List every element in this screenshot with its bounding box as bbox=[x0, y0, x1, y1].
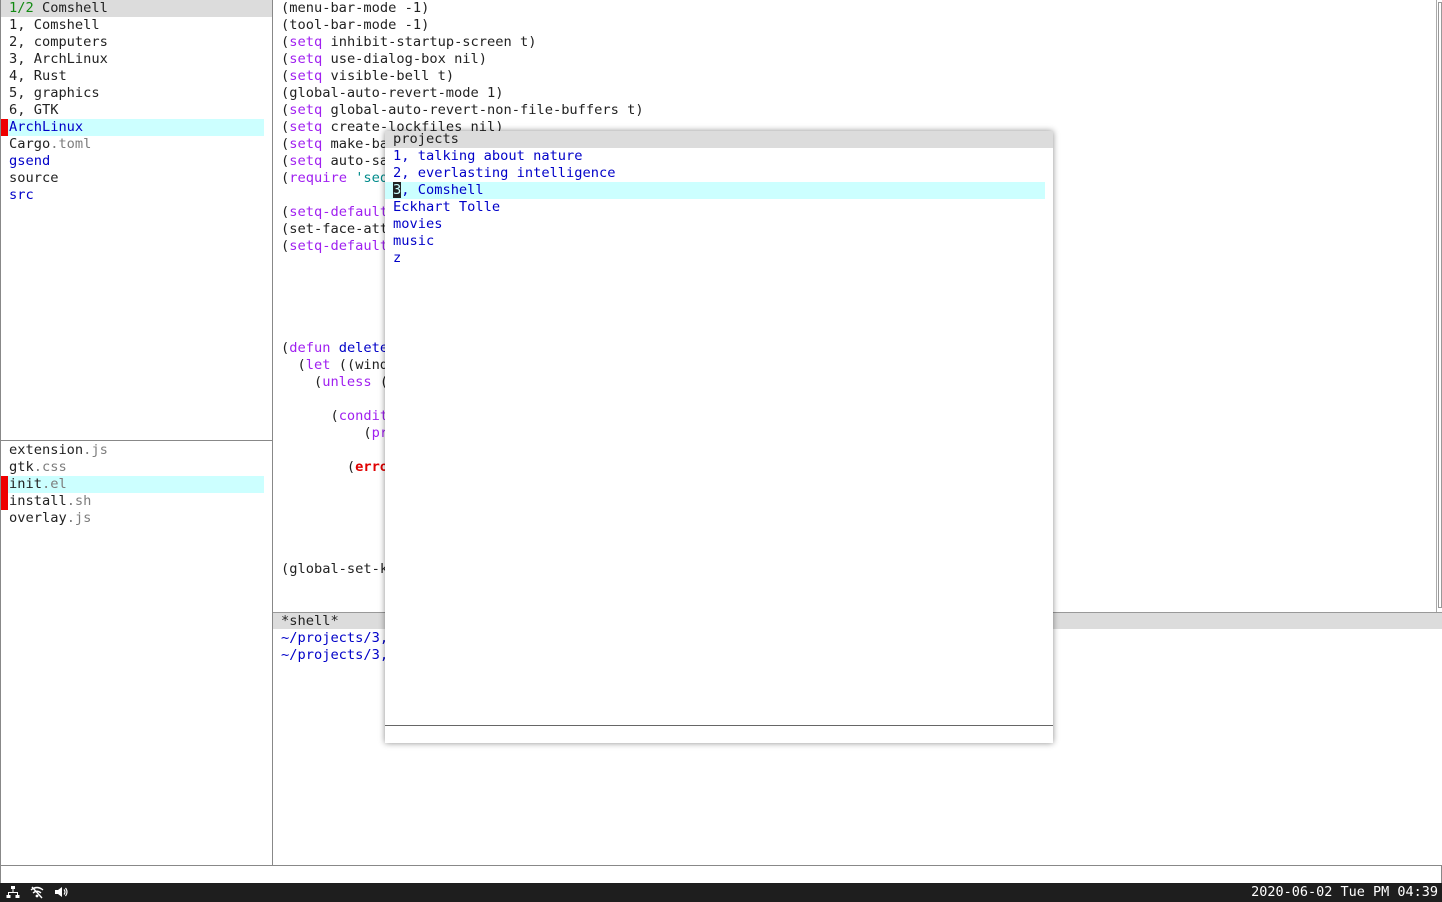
wifi-icon[interactable] bbox=[30, 885, 44, 899]
code-line: (setq inhibit-startup-screen t) bbox=[281, 34, 537, 50]
project-list-header: 1/2 Comshell bbox=[1, 0, 272, 17]
popup-item[interactable]: movies bbox=[385, 216, 1053, 233]
file-list-pane: extension.js gtk.css init.el install.sh … bbox=[0, 440, 273, 865]
code-line: (menu-bar-mode -1) bbox=[281, 0, 430, 16]
list-item[interactable]: 5, graphics bbox=[1, 85, 272, 102]
popup-item[interactable]: 2, everlasting intelligence bbox=[385, 165, 1053, 182]
popup-item[interactable]: music bbox=[385, 233, 1053, 250]
buffer-name: *shell* bbox=[281, 613, 339, 629]
volume-icon[interactable] bbox=[54, 885, 68, 899]
list-item[interactable]: 6, GTK bbox=[1, 102, 272, 119]
code-line: (setq visible-bell t) bbox=[281, 68, 455, 84]
list-item[interactable]: 1, Comshell bbox=[1, 17, 272, 34]
taskbar: 2020-06-02 Tue PM 04:39 bbox=[0, 883, 1442, 902]
list-item[interactable]: Cargo.toml bbox=[1, 136, 272, 153]
project-list-pane: 1/2 Comshell 1, Comshell 2, computers 3,… bbox=[0, 0, 273, 440]
marked-indicator bbox=[1, 476, 8, 493]
file-item[interactable]: overlay.js bbox=[1, 510, 272, 527]
list-item[interactable]: gsend bbox=[1, 153, 272, 170]
network-icon[interactable] bbox=[6, 885, 20, 899]
list-item[interactable]: 4, Rust bbox=[1, 68, 272, 85]
scrollbar-thumb[interactable] bbox=[1438, 2, 1442, 608]
code-line: (setq global-auto-revert-non-file-buffer… bbox=[281, 102, 644, 118]
list-item-selected[interactable]: ArchLinux bbox=[1, 119, 264, 136]
list-item[interactable]: source bbox=[1, 170, 272, 187]
text-cursor: 3 bbox=[393, 182, 402, 198]
marked-indicator bbox=[1, 493, 8, 510]
popup-item[interactable]: 1, talking about nature bbox=[385, 148, 1053, 165]
popup-item[interactable]: Eckhart Tolle bbox=[385, 199, 1053, 216]
list-title: Comshell bbox=[41, 0, 108, 16]
file-item[interactable]: extension.js bbox=[1, 442, 272, 459]
code-line: (global-auto-revert-mode 1) bbox=[281, 85, 504, 101]
editor-scrollbar[interactable] bbox=[1436, 0, 1442, 612]
code-line: (setq use-dialog-box nil) bbox=[281, 51, 488, 67]
file-item[interactable]: gtk.css bbox=[1, 459, 272, 476]
page-indicator: 1/2 bbox=[9, 0, 34, 16]
marked-indicator bbox=[1, 119, 8, 136]
file-item[interactable]: install.sh bbox=[1, 493, 272, 510]
popup-item-selected[interactable]: 3, Comshell bbox=[385, 182, 1045, 199]
popup-title: projects bbox=[385, 131, 1053, 148]
projects-popup[interactable]: projects 1, talking about nature 2, ever… bbox=[385, 131, 1053, 743]
code-line: (tool-bar-mode -1) bbox=[281, 17, 430, 33]
list-item[interactable]: 2, computers bbox=[1, 34, 272, 51]
clock: 2020-06-02 Tue PM 04:39 bbox=[1251, 884, 1438, 900]
popup-item[interactable]: z bbox=[385, 250, 1053, 267]
minibuffer[interactable] bbox=[0, 865, 1442, 883]
list-item[interactable]: src bbox=[1, 187, 272, 204]
list-item[interactable]: 3, ArchLinux bbox=[1, 51, 272, 68]
popup-input-line[interactable] bbox=[385, 725, 1053, 743]
file-item-selected[interactable]: init.el bbox=[1, 476, 264, 493]
